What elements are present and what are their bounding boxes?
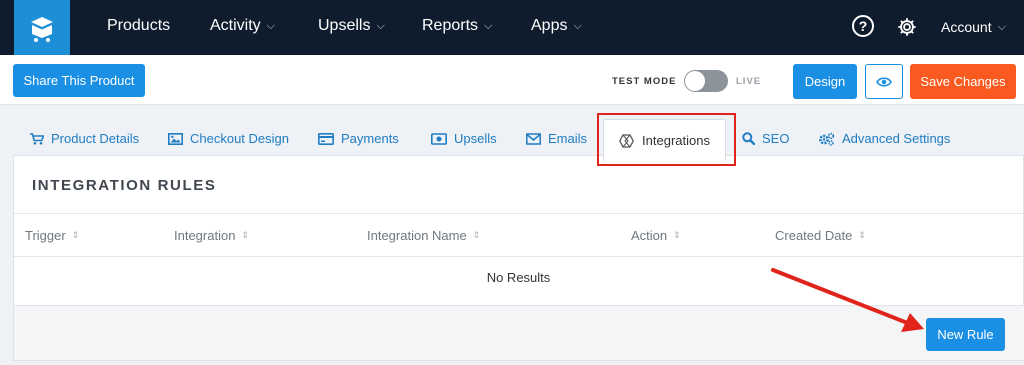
- column-header-integration[interactable]: Integration ⇕: [174, 228, 249, 243]
- help-icon[interactable]: ?: [852, 15, 874, 37]
- nav-apps-label: Apps: [531, 17, 568, 34]
- panel-title: INTEGRATION RULES: [32, 177, 217, 194]
- save-changes-label: Save Changes: [920, 74, 1006, 89]
- money-icon: [431, 132, 447, 145]
- app-logo[interactable]: [14, 0, 70, 55]
- tab-advanced-settings-label: Advanced Settings: [842, 131, 951, 146]
- divider: [14, 256, 1024, 257]
- chevron-down-icon: ⌵: [266, 20, 276, 32]
- tab-seo[interactable]: SEO: [742, 131, 789, 146]
- tab-checkout-design[interactable]: Checkout Design: [168, 131, 289, 146]
- tab-payments-label: Payments: [341, 131, 399, 146]
- chevron-down-icon: ⌵: [484, 20, 493, 32]
- divider: [14, 213, 1024, 214]
- annotation-arrow-icon: [771, 268, 924, 332]
- new-rule-label: New Rule: [937, 327, 994, 342]
- tab-upsells-label: Upsells: [454, 131, 497, 146]
- new-rule-button[interactable]: New Rule: [926, 318, 1005, 351]
- column-header-label: Integration: [174, 228, 236, 243]
- credit-card-icon: [318, 132, 334, 145]
- highlight-box: [597, 113, 736, 166]
- live-label: LIVE: [736, 76, 762, 87]
- cart-icon: [30, 132, 44, 145]
- design-button[interactable]: Design: [793, 64, 857, 99]
- nav-upsells-label: Upsells: [318, 17, 371, 34]
- tab-emails[interactable]: Emails: [526, 131, 587, 146]
- tab-product-details-label: Product Details: [51, 131, 140, 146]
- column-header-action[interactable]: Action ⇕: [631, 228, 681, 243]
- sort-icon: ⇕: [858, 230, 866, 240]
- nav-reports-label: Reports: [422, 17, 479, 34]
- nav-reports[interactable]: Reports ⌵: [422, 17, 492, 35]
- column-header-label: Action: [631, 228, 668, 243]
- column-header-label: Created Date: [775, 228, 853, 243]
- nav-apps[interactable]: Apps ⌵: [531, 17, 582, 35]
- account-label: Account: [941, 19, 992, 35]
- test-mode-toggle[interactable]: [684, 70, 728, 92]
- tab-seo-label: SEO: [762, 131, 790, 146]
- sort-icon: ⇕: [472, 230, 481, 240]
- nav-activity-label: Activity: [210, 17, 261, 34]
- column-header-trigger[interactable]: Trigger ⇕: [25, 228, 79, 243]
- cogs-icon: [819, 132, 835, 146]
- toggle-knob: [685, 71, 705, 91]
- envelope-icon: [526, 132, 541, 145]
- share-product-label: Share This Product: [23, 73, 135, 88]
- sort-icon: ⇕: [71, 230, 80, 240]
- chevron-down-icon: ⌵: [573, 20, 582, 32]
- gear-icon[interactable]: [895, 15, 919, 39]
- sort-icon: ⇕: [241, 230, 249, 240]
- tab-payments[interactable]: Payments: [318, 131, 399, 146]
- nav-activity[interactable]: Activity ⌵: [210, 17, 275, 35]
- column-header-integration-name[interactable]: Integration Name ⇕: [367, 228, 480, 243]
- account-menu[interactable]: Account ⌵: [941, 19, 1006, 35]
- save-changes-button[interactable]: Save Changes: [910, 64, 1016, 99]
- column-header-label: Trigger: [25, 228, 66, 243]
- tab-product-details[interactable]: Product Details: [30, 131, 139, 146]
- tab-checkout-design-label: Checkout Design: [190, 131, 289, 146]
- nav-products-label: Products: [107, 17, 171, 34]
- nav-upsells[interactable]: Upsells ⌵: [318, 17, 385, 35]
- preview-button[interactable]: [865, 64, 903, 99]
- tab-advanced-settings[interactable]: Advanced Settings: [818, 131, 950, 146]
- eye-icon: [876, 76, 892, 87]
- share-product-button[interactable]: Share This Product: [13, 64, 145, 97]
- column-header-created-date[interactable]: Created Date ⇕: [775, 228, 866, 243]
- image-icon: [168, 132, 183, 145]
- sort-icon: ⇕: [673, 230, 681, 240]
- column-header-label: Integration Name: [367, 228, 467, 243]
- tab-emails-label: Emails: [548, 131, 588, 146]
- nav-products[interactable]: Products: [107, 17, 170, 35]
- chevron-down-icon: ⌵: [376, 20, 385, 32]
- tab-upsells[interactable]: Upsells: [431, 131, 497, 146]
- design-label: Design: [804, 74, 846, 89]
- cart-box-logo-icon: [31, 16, 53, 42]
- chevron-down-icon: ⌵: [997, 21, 1006, 33]
- search-icon: [742, 132, 755, 145]
- test-mode-label: TEST MODE: [612, 76, 677, 87]
